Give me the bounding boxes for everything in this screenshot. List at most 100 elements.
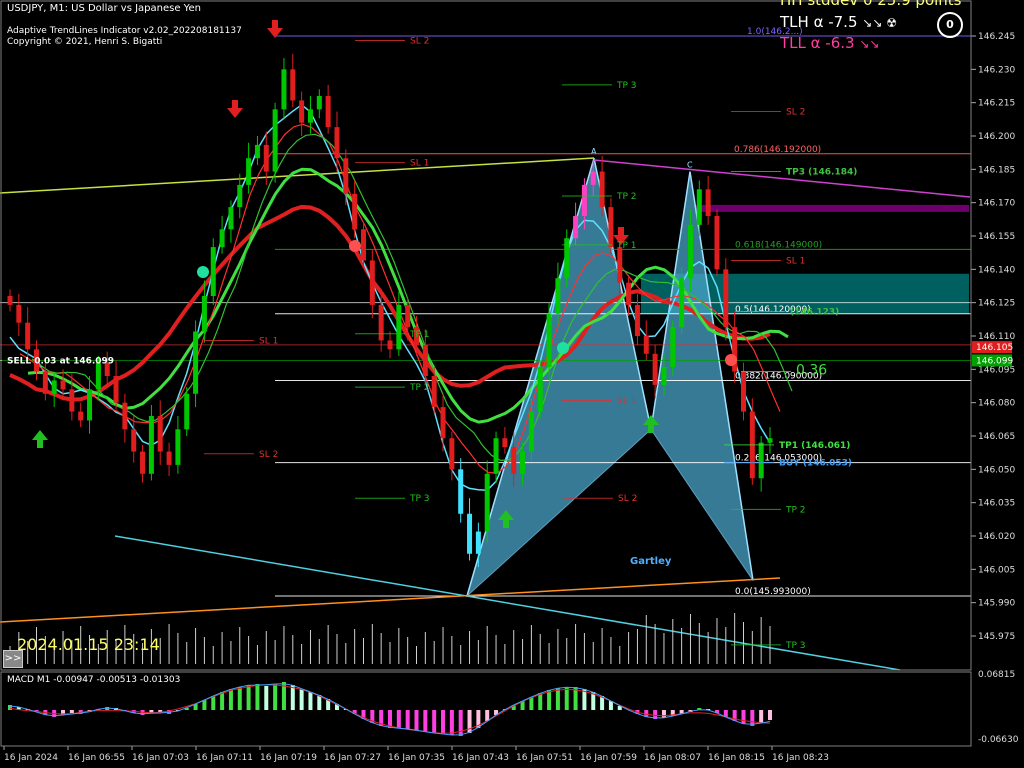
y-tick-label: 146.230 bbox=[978, 65, 1015, 75]
annotation-label: SL 2 bbox=[259, 450, 278, 460]
candle-body bbox=[78, 411, 84, 421]
tlh-label: TLH α -7.5 ↘↘ ☢ bbox=[780, 13, 897, 31]
down-arrows-icon: ↘↘ bbox=[859, 37, 880, 51]
annotation-label: SL 1 bbox=[786, 256, 805, 266]
fib-label: 0.0(145.993000) bbox=[735, 587, 811, 597]
candle-body bbox=[431, 376, 437, 408]
price-tag-label: 146.105 bbox=[976, 343, 1013, 353]
candle-body bbox=[60, 380, 66, 390]
y-tick-label: 146.065 bbox=[978, 432, 1015, 442]
tll-text: TLL α -6.3 bbox=[780, 34, 855, 52]
annotation-label: SL 2 bbox=[410, 36, 429, 46]
candle-body bbox=[458, 469, 464, 514]
annotation-label: TP 3 bbox=[785, 641, 806, 651]
candle-body bbox=[148, 416, 154, 474]
candle-body bbox=[237, 184, 243, 208]
candle-body bbox=[467, 513, 473, 554]
candle-body bbox=[157, 416, 163, 452]
x-tick-label: 16 Jan 07:35 bbox=[388, 753, 445, 763]
candle-body bbox=[714, 216, 720, 270]
annotation-label: SL 1 bbox=[259, 336, 278, 346]
candle-body bbox=[387, 340, 393, 350]
candle-body bbox=[16, 304, 22, 323]
candle-body bbox=[617, 247, 623, 283]
candle-body bbox=[679, 278, 685, 328]
candle-body bbox=[184, 393, 190, 430]
signal-dot-icon bbox=[197, 266, 209, 278]
y-tick-label: 146.020 bbox=[978, 532, 1015, 542]
candle-body bbox=[219, 229, 225, 248]
y-tick-label: 146.125 bbox=[978, 299, 1015, 309]
copyright-text: Copyright © 2021, Henri S. Bigatti bbox=[7, 37, 163, 47]
candle-body bbox=[299, 100, 305, 123]
candle-body bbox=[758, 442, 764, 479]
candle-body bbox=[475, 531, 481, 554]
candle-body bbox=[131, 429, 137, 452]
candle-body bbox=[670, 327, 676, 368]
y-tick-label: 146.080 bbox=[978, 399, 1015, 409]
y-tick-label: 146.215 bbox=[978, 99, 1015, 109]
y-tick-label: 146.110 bbox=[978, 332, 1015, 342]
candle-body bbox=[723, 269, 729, 328]
candle-body bbox=[281, 69, 287, 110]
candle-body bbox=[546, 313, 552, 368]
signal-dot-icon bbox=[349, 240, 361, 252]
candle-body bbox=[272, 109, 278, 172]
signal-dot-icon bbox=[557, 342, 569, 354]
candle-body bbox=[564, 238, 570, 279]
candle-body bbox=[626, 282, 632, 305]
annotation-label: TP 2 bbox=[785, 505, 806, 515]
stddev-label: HH stddev 0 25.9 points bbox=[780, 0, 962, 9]
y-tick-label: 146.170 bbox=[978, 199, 1015, 209]
candle-body bbox=[175, 429, 181, 465]
symbol-title: USDJPY, M1: US Dollar vs Japanese Yen bbox=[7, 3, 201, 14]
annotation-label: TP 3 bbox=[616, 81, 637, 91]
pattern-point-label: A bbox=[591, 147, 597, 156]
annotation-label: TP3 (146.184) bbox=[786, 168, 857, 178]
candle-body bbox=[696, 189, 702, 225]
annotation-label: TP 2 bbox=[616, 192, 637, 202]
candle-body bbox=[590, 171, 596, 185]
x-tick-label: 16 Jan 07:43 bbox=[452, 753, 509, 763]
macd-tick-label: 0.06815 bbox=[978, 670, 1015, 680]
candle-body bbox=[405, 304, 411, 328]
annotation-label: BUY (146.053) bbox=[779, 459, 852, 469]
annotation-label: TP 1 bbox=[616, 241, 637, 251]
candle-body bbox=[369, 260, 375, 305]
y-tick-label: 146.140 bbox=[978, 265, 1015, 275]
annotation-label: TP 2 bbox=[409, 383, 430, 393]
annotation-label: SL 2 bbox=[786, 108, 805, 118]
annotation-label: TP 3 bbox=[409, 494, 430, 504]
price-tag-label: 146.099 bbox=[976, 356, 1013, 366]
candle-body bbox=[378, 304, 384, 341]
y-tick-label: 146.050 bbox=[978, 465, 1015, 475]
macd-title: MACD M1 -0.00947 -0.00513 -0.01303 bbox=[7, 675, 181, 685]
candle-body bbox=[687, 224, 693, 279]
candle-body bbox=[599, 171, 605, 208]
x-tick-label: 16 Jan 06:55 bbox=[68, 753, 125, 763]
candle-body bbox=[95, 362, 101, 390]
candle-body bbox=[307, 109, 313, 123]
y-tick-label: 146.005 bbox=[978, 565, 1015, 575]
candle-body bbox=[51, 380, 57, 394]
fib-label: 0.786(146.192000) bbox=[734, 145, 821, 155]
annotation-label: SL 2 bbox=[618, 494, 637, 504]
candle-body bbox=[352, 193, 358, 230]
candle-body bbox=[87, 389, 93, 421]
candle-body bbox=[520, 451, 526, 474]
annotation-label: SL 1 bbox=[410, 159, 429, 169]
y-tick-label: 145.975 bbox=[978, 632, 1015, 642]
candle-body bbox=[263, 144, 269, 172]
candle-body bbox=[705, 189, 711, 216]
candle-body bbox=[246, 158, 252, 185]
candle-body bbox=[581, 184, 587, 216]
candle-body bbox=[608, 207, 614, 248]
pattern-name: Gartley bbox=[630, 556, 672, 567]
candle-body bbox=[511, 447, 517, 474]
candle-body bbox=[25, 322, 31, 350]
signal-dot-icon bbox=[725, 354, 737, 366]
x-tick-label: 16 Jan 07:59 bbox=[580, 753, 637, 763]
candle-body bbox=[767, 438, 773, 443]
candle-body bbox=[290, 69, 296, 101]
down-arrows-icon: ↘↘ ☢ bbox=[862, 16, 897, 30]
